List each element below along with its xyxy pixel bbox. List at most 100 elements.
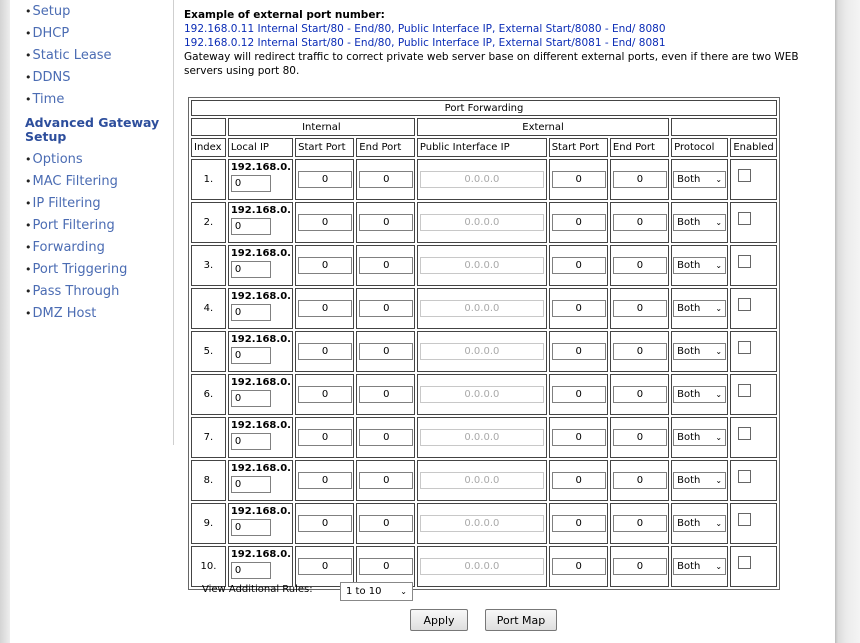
internal-end-port-input[interactable]: 0	[359, 171, 414, 188]
internal-end-port-input[interactable]: 0	[359, 386, 414, 403]
local-ip-last-octet-input[interactable]: 0	[230, 218, 271, 235]
external-end-port-input[interactable]: 0	[612, 343, 667, 360]
local-ip-last-octet-input[interactable]: 0	[230, 261, 271, 278]
sidebar-item-time[interactable]: •Time	[25, 92, 64, 107]
enabled-checkbox[interactable]	[738, 212, 752, 225]
sidebar-item-static-lease[interactable]: •Static Lease	[25, 48, 112, 63]
internal-start-port-input[interactable]: 0	[298, 472, 353, 489]
internal-start-port-input[interactable]: 0	[298, 515, 353, 532]
protocol-select[interactable]: Both ⌄	[673, 558, 727, 575]
sidebar-item-options[interactable]: •Options	[25, 152, 83, 167]
sidebar-item-pass-through[interactable]: •Pass Through	[25, 284, 119, 299]
external-end-port-input[interactable]: 0	[612, 171, 667, 188]
public-interface-ip-input[interactable]: 0.0.0.0	[419, 343, 544, 360]
protocol-select[interactable]: Both ⌄	[673, 214, 727, 231]
enabled-checkbox[interactable]	[738, 556, 752, 569]
external-end-port-input[interactable]: 0	[612, 300, 667, 317]
internal-end-port-input[interactable]: 0	[359, 515, 414, 532]
protocol-select[interactable]: Both ⌄	[673, 343, 727, 360]
internal-start-port-input[interactable]: 0	[298, 558, 353, 575]
protocol-select[interactable]: Both ⌄	[673, 429, 727, 446]
enabled-checkbox[interactable]	[738, 470, 752, 483]
port-map-button[interactable]: Port Map	[485, 609, 557, 631]
internal-end-port-input[interactable]: 0	[359, 558, 414, 575]
protocol-select[interactable]: Both ⌄	[673, 515, 727, 532]
external-end-port-input[interactable]: 0	[612, 386, 667, 403]
internal-end-port-input[interactable]: 0	[359, 472, 414, 489]
enabled-checkbox[interactable]	[738, 384, 752, 397]
sidebar-item-mac-filtering[interactable]: •MAC Filtering	[25, 174, 118, 189]
internal-start-port-input[interactable]: 0	[298, 171, 353, 188]
enabled-checkbox[interactable]	[738, 427, 752, 440]
local-ip-last-octet-input[interactable]: 0	[230, 347, 271, 364]
external-start-port-input[interactable]: 0	[551, 558, 606, 575]
public-interface-ip-input[interactable]: 0.0.0.0	[419, 171, 544, 188]
protocol-select[interactable]: Both ⌄	[673, 257, 727, 274]
enabled-checkbox[interactable]	[738, 298, 752, 311]
external-start-port-input[interactable]: 0	[551, 472, 606, 489]
external-end-port-input[interactable]: 0	[612, 472, 667, 489]
public-interface-ip-input[interactable]: 0.0.0.0	[419, 386, 544, 403]
sidebar-item-forwarding[interactable]: •Forwarding	[25, 240, 105, 255]
local-ip-last-octet-input[interactable]: 0	[230, 175, 271, 192]
sidebar-section-heading[interactable]: Advanced Gateway Setup	[25, 116, 165, 144]
enabled-checkbox[interactable]	[738, 255, 752, 268]
local-ip-last-octet-input[interactable]: 0	[230, 304, 271, 321]
internal-start-port-input[interactable]: 0	[298, 300, 353, 317]
sidebar-item-port-triggering[interactable]: •Port Triggering	[25, 262, 127, 277]
external-end-port-input[interactable]: 0	[612, 429, 667, 446]
local-ip-last-octet-input[interactable]: 0	[230, 390, 271, 407]
sidebar-item-dmz-host[interactable]: •DMZ Host	[25, 306, 96, 321]
internal-end-port-input[interactable]: 0	[359, 257, 414, 274]
public-interface-ip-input[interactable]: 0.0.0.0	[419, 214, 544, 231]
external-start-port-input[interactable]: 0	[551, 343, 606, 360]
bullet-icon: •	[25, 197, 32, 210]
public-interface-ip-input[interactable]: 0.0.0.0	[419, 515, 544, 532]
sidebar-item-ddns[interactable]: •DDNS	[25, 70, 71, 85]
sidebar-item-ip-filtering[interactable]: •IP Filtering	[25, 196, 101, 211]
protocol-select[interactable]: Both ⌄	[673, 472, 727, 489]
external-start-port-input[interactable]: 0	[551, 429, 606, 446]
sidebar-item-port-filtering[interactable]: •Port Filtering	[25, 218, 115, 233]
public-interface-ip-input[interactable]: 0.0.0.0	[419, 257, 544, 274]
enabled-checkbox[interactable]	[738, 341, 752, 354]
internal-start-port-input[interactable]: 0	[298, 429, 353, 446]
internal-start-port-input[interactable]: 0	[298, 386, 353, 403]
external-end-port-input[interactable]: 0	[612, 515, 667, 532]
protocol-select[interactable]: Both ⌄	[673, 386, 727, 403]
internal-end-port-input[interactable]: 0	[359, 343, 414, 360]
local-ip-last-octet-input[interactable]: 0	[230, 562, 271, 579]
internal-end-port-input[interactable]: 0	[359, 214, 414, 231]
public-interface-ip-input[interactable]: 0.0.0.0	[419, 429, 544, 446]
external-end-port-input[interactable]: 0	[612, 257, 667, 274]
view-rules-select[interactable]: 1 to 10 ⌄	[340, 582, 413, 601]
internal-start-port-input[interactable]: 0	[298, 214, 353, 231]
protocol-select[interactable]: Both ⌄	[673, 300, 727, 317]
local-ip-last-octet-input[interactable]: 0	[230, 519, 271, 536]
intro-section: Example of external port number: 192.168…	[184, 8, 824, 78]
external-start-port-input[interactable]: 0	[551, 257, 606, 274]
protocol-select[interactable]: Both ⌄	[673, 171, 727, 188]
sidebar-item-setup[interactable]: •Setup	[25, 4, 70, 19]
external-end-port-input[interactable]: 0	[612, 214, 667, 231]
external-start-port-input[interactable]: 0	[551, 171, 606, 188]
bullet-icon: •	[25, 263, 32, 276]
external-start-port-input[interactable]: 0	[551, 214, 606, 231]
local-ip-last-octet-input[interactable]: 0	[230, 433, 271, 450]
public-interface-ip-input[interactable]: 0.0.0.0	[419, 472, 544, 489]
enabled-checkbox[interactable]	[738, 513, 752, 526]
public-interface-ip-input[interactable]: 0.0.0.0	[419, 558, 544, 575]
external-start-port-input[interactable]: 0	[551, 386, 606, 403]
apply-button[interactable]: Apply	[410, 609, 468, 631]
sidebar-item-dhcp[interactable]: •DHCP	[25, 26, 69, 41]
internal-end-port-input[interactable]: 0	[359, 300, 414, 317]
external-start-port-input[interactable]: 0	[551, 300, 606, 317]
external-start-port-input[interactable]: 0	[551, 515, 606, 532]
external-end-port-input[interactable]: 0	[612, 558, 667, 575]
internal-start-port-input[interactable]: 0	[298, 257, 353, 274]
internal-start-port-input[interactable]: 0	[298, 343, 353, 360]
enabled-checkbox[interactable]	[738, 169, 752, 182]
local-ip-last-octet-input[interactable]: 0	[230, 476, 271, 493]
internal-end-port-input[interactable]: 0	[359, 429, 414, 446]
public-interface-ip-input[interactable]: 0.0.0.0	[419, 300, 544, 317]
